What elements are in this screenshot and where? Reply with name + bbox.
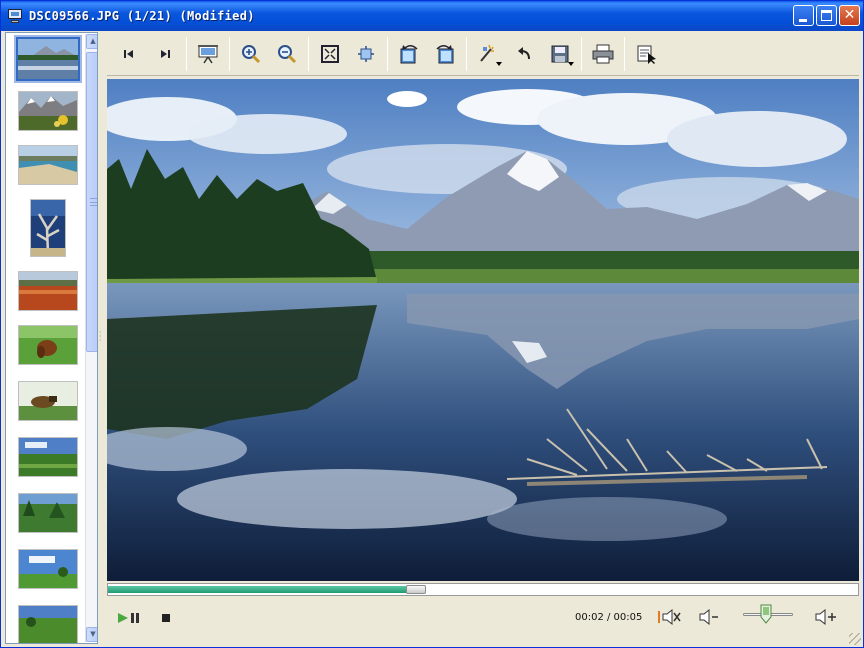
image-display[interactable] (107, 79, 859, 581)
minimize-button[interactable] (793, 5, 814, 26)
image-viewer-window: DSC09566.JPG (1/21) (Modified) ✕ ▲ ▼ · ·… (0, 0, 864, 648)
previous-image-button[interactable] (111, 36, 147, 72)
stop-icon (162, 614, 170, 622)
toolbar-separator (624, 36, 625, 71)
toolbar-separator (466, 36, 467, 71)
presentation-icon (198, 44, 218, 63)
maximize-icon (821, 10, 832, 21)
play-pause-icon (118, 613, 139, 623)
actual-size-button[interactable] (348, 36, 384, 72)
print-button[interactable] (585, 36, 621, 72)
app-monitor-icon (7, 8, 23, 24)
zoom-in-button[interactable] (233, 36, 269, 72)
landscape-photo (107, 79, 859, 581)
skip-back-icon (124, 49, 133, 58)
rotate-right-icon (436, 44, 454, 63)
fit-window-icon (321, 44, 339, 63)
scroll-down-button[interactable]: ▼ (86, 627, 97, 642)
save-button[interactable] (542, 36, 578, 72)
volume-down-button[interactable] (697, 606, 721, 628)
actual-size-icon (358, 45, 374, 62)
dropdown-arrow-icon (496, 61, 502, 66)
volume-slider-handle[interactable] (760, 604, 772, 624)
chevron-up-icon: ▲ (90, 37, 96, 45)
window-title: DSC09566.JPG (1/21) (Modified) (29, 9, 255, 23)
mute-button[interactable] (655, 606, 683, 628)
dropdown-arrow-icon (568, 61, 574, 66)
properties-icon (637, 45, 656, 64)
thumbnail-dog-running[interactable] (18, 381, 78, 421)
zoom-in-icon (242, 44, 261, 63)
progress-fill (108, 586, 408, 593)
rotate-left-button[interactable] (391, 36, 427, 72)
zoom-out-button[interactable] (269, 36, 305, 72)
thumbnail-mountain-flowers[interactable] (18, 91, 78, 131)
toolbar-separator (581, 36, 582, 71)
time-display: 00:02 / 00:05 (575, 612, 643, 623)
rotate-left-icon (400, 44, 418, 63)
next-image-button[interactable] (147, 36, 183, 72)
fit-to-window-button[interactable] (312, 36, 348, 72)
grip-icon (90, 198, 97, 206)
skip-forward-icon (161, 49, 170, 58)
undo-button[interactable] (506, 36, 542, 72)
toolbar-separator (387, 36, 388, 71)
sidebar-splitter[interactable]: · · · (99, 329, 103, 345)
close-button[interactable]: ✕ (839, 5, 860, 26)
slideshow-button[interactable] (190, 36, 226, 72)
thumbnail-scrollbar[interactable]: ▲ ▼ (85, 34, 97, 642)
toolbar-separator (229, 36, 230, 71)
volume-up-icon (815, 609, 836, 625)
volume-down-icon (699, 609, 718, 625)
rotate-right-button[interactable] (427, 36, 463, 72)
speaker-mute-icon (658, 608, 681, 626)
volume-up-button[interactable] (813, 606, 839, 628)
thumbnail-green-field[interactable] (18, 437, 78, 477)
thumbnail-meadow-tree[interactable] (18, 549, 78, 589)
playback-progress-bar[interactable] (107, 583, 859, 596)
thumbnail-meadow[interactable] (18, 605, 78, 643)
zoom-out-icon (278, 44, 297, 63)
thumbnail-dead-tree[interactable] (30, 199, 66, 257)
correct-image-button[interactable] (470, 36, 506, 72)
playback-controls: 00:02 / 00:05 (107, 598, 859, 642)
stop-button[interactable] (157, 608, 175, 628)
floppy-disk-icon (551, 45, 569, 62)
close-icon: ✕ (843, 7, 856, 23)
toolbar-separator (308, 36, 309, 71)
printer-icon (592, 44, 614, 63)
scrollbar-thumb[interactable] (86, 52, 97, 352)
progress-handle[interactable] (406, 585, 426, 594)
scroll-up-button[interactable]: ▲ (86, 34, 97, 49)
chevron-down-icon: ▼ (90, 630, 96, 638)
thumbnail-coast[interactable] (18, 145, 78, 185)
properties-button[interactable] (628, 36, 664, 72)
resize-grip-icon[interactable] (849, 633, 861, 645)
thumbnail-mountain-lake[interactable] (14, 35, 82, 83)
thumbnail-dog-grass[interactable] (18, 325, 78, 365)
thumbnail-forest[interactable] (18, 493, 78, 533)
undo-icon (518, 46, 530, 59)
maximize-button[interactable] (816, 5, 837, 26)
toolbar (107, 32, 859, 76)
play-pause-button[interactable] (115, 608, 143, 628)
minimize-icon (799, 19, 807, 22)
title-bar[interactable]: DSC09566.JPG (1/21) (Modified) ✕ (1, 1, 863, 31)
thumbnail-strip[interactable]: ▲ ▼ (5, 32, 98, 644)
thumbnail-red-terrain[interactable] (18, 271, 78, 311)
toolbar-separator (186, 36, 187, 71)
